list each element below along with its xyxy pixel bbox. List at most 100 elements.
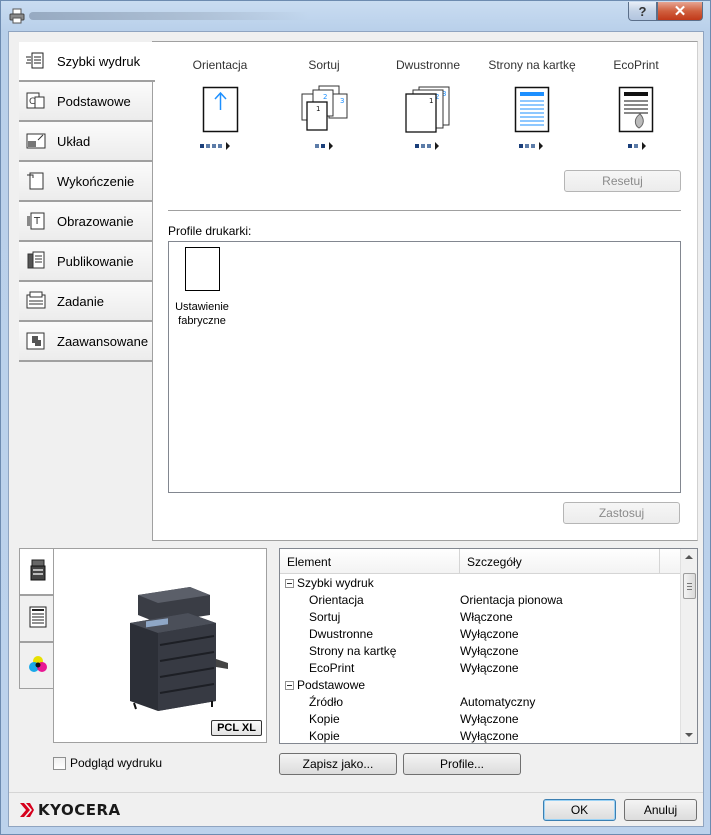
element-cell: Dwustronne: [280, 626, 460, 643]
scroll-up-icon[interactable]: [685, 555, 693, 559]
cancel-button[interactable]: Anuluj: [624, 799, 697, 821]
tree-row[interactable]: Sortuj Włączone: [280, 609, 682, 626]
details-cell: Wyłączone: [460, 729, 519, 743]
svg-text:C: C: [29, 97, 35, 107]
scroll-down-icon[interactable]: [685, 733, 693, 737]
duplex-icon[interactable]: 321: [405, 86, 451, 137]
layout-icon: [25, 130, 47, 152]
column-header-element[interactable]: Element: [280, 549, 460, 574]
save-as-button[interactable]: Zapisz jako...: [279, 753, 397, 775]
option-label-dwustronne: Dwustronne: [395, 58, 461, 72]
ecoprint-selector[interactable]: [628, 142, 646, 150]
option-label-sortuj: Sortuj: [308, 58, 340, 72]
profile-name-line1: Ustawienie: [175, 301, 229, 313]
ecoprint-icon[interactable]: [618, 86, 654, 137]
element-cell: Kopie: [280, 728, 460, 743]
ok-button[interactable]: OK: [543, 799, 616, 821]
reset-button[interactable]: Resetuj: [564, 170, 681, 192]
printer-profiles-label: Profile drukarki:: [168, 224, 252, 238]
scroll-thumb[interactable]: [683, 573, 696, 599]
orientation-selector[interactable]: [200, 142, 230, 150]
title-bar[interactable]: ? ✕: [1, 1, 710, 31]
svg-text:3: 3: [340, 97, 344, 105]
tab-document-preview[interactable]: [19, 595, 55, 642]
duplex-selector[interactable]: [415, 142, 439, 150]
tab-label: Układ: [57, 133, 91, 149]
tab-uklad[interactable]: Układ: [19, 122, 153, 162]
tab-label: Podstawowe: [57, 93, 131, 109]
pages-per-sheet-selector[interactable]: [519, 142, 543, 150]
job-icon: [25, 290, 47, 312]
details-cell: Wyłączone: [460, 627, 519, 641]
page-icon: [184, 247, 220, 291]
element-text: Strony na kartkę: [309, 644, 397, 658]
publishing-icon: [25, 250, 47, 272]
tab-label: Obrazowanie: [57, 213, 134, 229]
printer-preview-pane: PCL XL: [53, 548, 267, 743]
document-icon: [29, 606, 47, 631]
collapse-icon[interactable]: [285, 681, 294, 690]
printer-preferences-window: ? ✕ Szybki wydruk C Podstawowe Układ Wyk…: [0, 0, 711, 835]
element-text: Szybki wydruk: [297, 576, 374, 590]
tab-zaawansowane[interactable]: Zaawansowane: [19, 322, 153, 362]
kyocera-logo-icon: [20, 803, 34, 817]
element-cell: Sortuj: [280, 609, 460, 626]
printer-icon: [30, 559, 46, 584]
tab-color-preview[interactable]: [19, 642, 55, 689]
side-tab-list: Szybki wydruk C Podstawowe Układ Wykończ…: [19, 42, 155, 362]
details-cell: Wyłączone: [460, 712, 519, 726]
tree-group-row[interactable]: Szybki wydruk: [280, 575, 682, 592]
close-button[interactable]: ✕: [657, 2, 703, 21]
checkbox-label: Podgląd wydruku: [70, 756, 163, 770]
column-header-details[interactable]: Szczegóły: [460, 549, 660, 574]
details-cell: [460, 677, 660, 694]
tree-row[interactable]: Strony na kartkę Wyłączone: [280, 643, 682, 660]
apply-button[interactable]: Zastosuj: [563, 502, 680, 524]
tree-row[interactable]: Kopie Wyłączone: [280, 711, 682, 728]
pages-per-sheet-icon[interactable]: [514, 86, 550, 137]
pdl-badge: PCL XL: [211, 720, 262, 736]
tree-row[interactable]: Kopie Wyłączone: [280, 728, 682, 743]
element-cell: EcoPrint: [280, 660, 460, 677]
svg-text:1: 1: [316, 105, 320, 113]
collapse-icon[interactable]: [285, 579, 294, 588]
svg-text:2: 2: [323, 93, 327, 101]
collate-selector[interactable]: [315, 142, 333, 150]
tab-printer-preview[interactable]: [19, 548, 55, 595]
tab-publikowanie[interactable]: Publikowanie: [19, 242, 153, 282]
logo-text: KYOCERA: [38, 801, 121, 819]
printer-profiles-list[interactable]: Ustawienie fabryczne: [168, 241, 681, 493]
vertical-scrollbar[interactable]: [680, 549, 697, 743]
collate-icon[interactable]: 3 21: [301, 84, 349, 137]
profile-factory-default[interactable]: Ustawienie fabryczne: [173, 247, 231, 328]
details-cell: Automatyczny: [460, 695, 536, 709]
tab-podstawowe[interactable]: C Podstawowe: [19, 82, 153, 122]
checkbox[interactable]: [53, 756, 66, 770]
element-text: EcoPrint: [309, 661, 355, 675]
orientation-icon[interactable]: [202, 86, 240, 137]
details-cell: Włączone: [460, 610, 513, 624]
element-cell: Kopie: [280, 711, 460, 728]
tab-obrazowanie[interactable]: T Obrazowanie: [19, 202, 153, 242]
details-cell: Orientacja pionowa: [460, 593, 563, 607]
help-button[interactable]: ?: [628, 2, 657, 21]
tab-zadanie[interactable]: Zadanie: [19, 282, 153, 322]
tab-szybki-wydruk[interactable]: Szybki wydruk: [19, 42, 155, 82]
print-preview-checkbox[interactable]: Podgląd wydruku: [53, 756, 162, 770]
summary-rows: Szybki wydruk Orientacja Orientacja pionow…: [280, 575, 682, 743]
divider: [168, 210, 681, 211]
tree-row[interactable]: Źródło Automatyczny: [280, 694, 682, 711]
details-cell: [460, 575, 660, 592]
settings-summary-list[interactable]: Element Szczegóły Szybki wydruk Orientacj…: [279, 548, 698, 744]
svg-text:1: 1: [429, 97, 433, 105]
tree-group-row[interactable]: Podstawowe: [280, 677, 682, 694]
tree-row[interactable]: EcoPrint Wyłączone: [280, 660, 682, 677]
tree-row[interactable]: Dwustronne Wyłączone: [280, 626, 682, 643]
element-cell: Podstawowe: [280, 677, 460, 694]
basic-icon: C: [25, 90, 47, 112]
profile-name-line2: fabryczne: [178, 315, 226, 327]
option-label-ecoprint: EcoPrint: [613, 58, 659, 72]
tree-row[interactable]: Orientacja Orientacja pionowa: [280, 592, 682, 609]
tab-wykonczenie[interactable]: Wykończenie: [19, 162, 153, 202]
profiles-button[interactable]: Profile...: [403, 753, 521, 775]
